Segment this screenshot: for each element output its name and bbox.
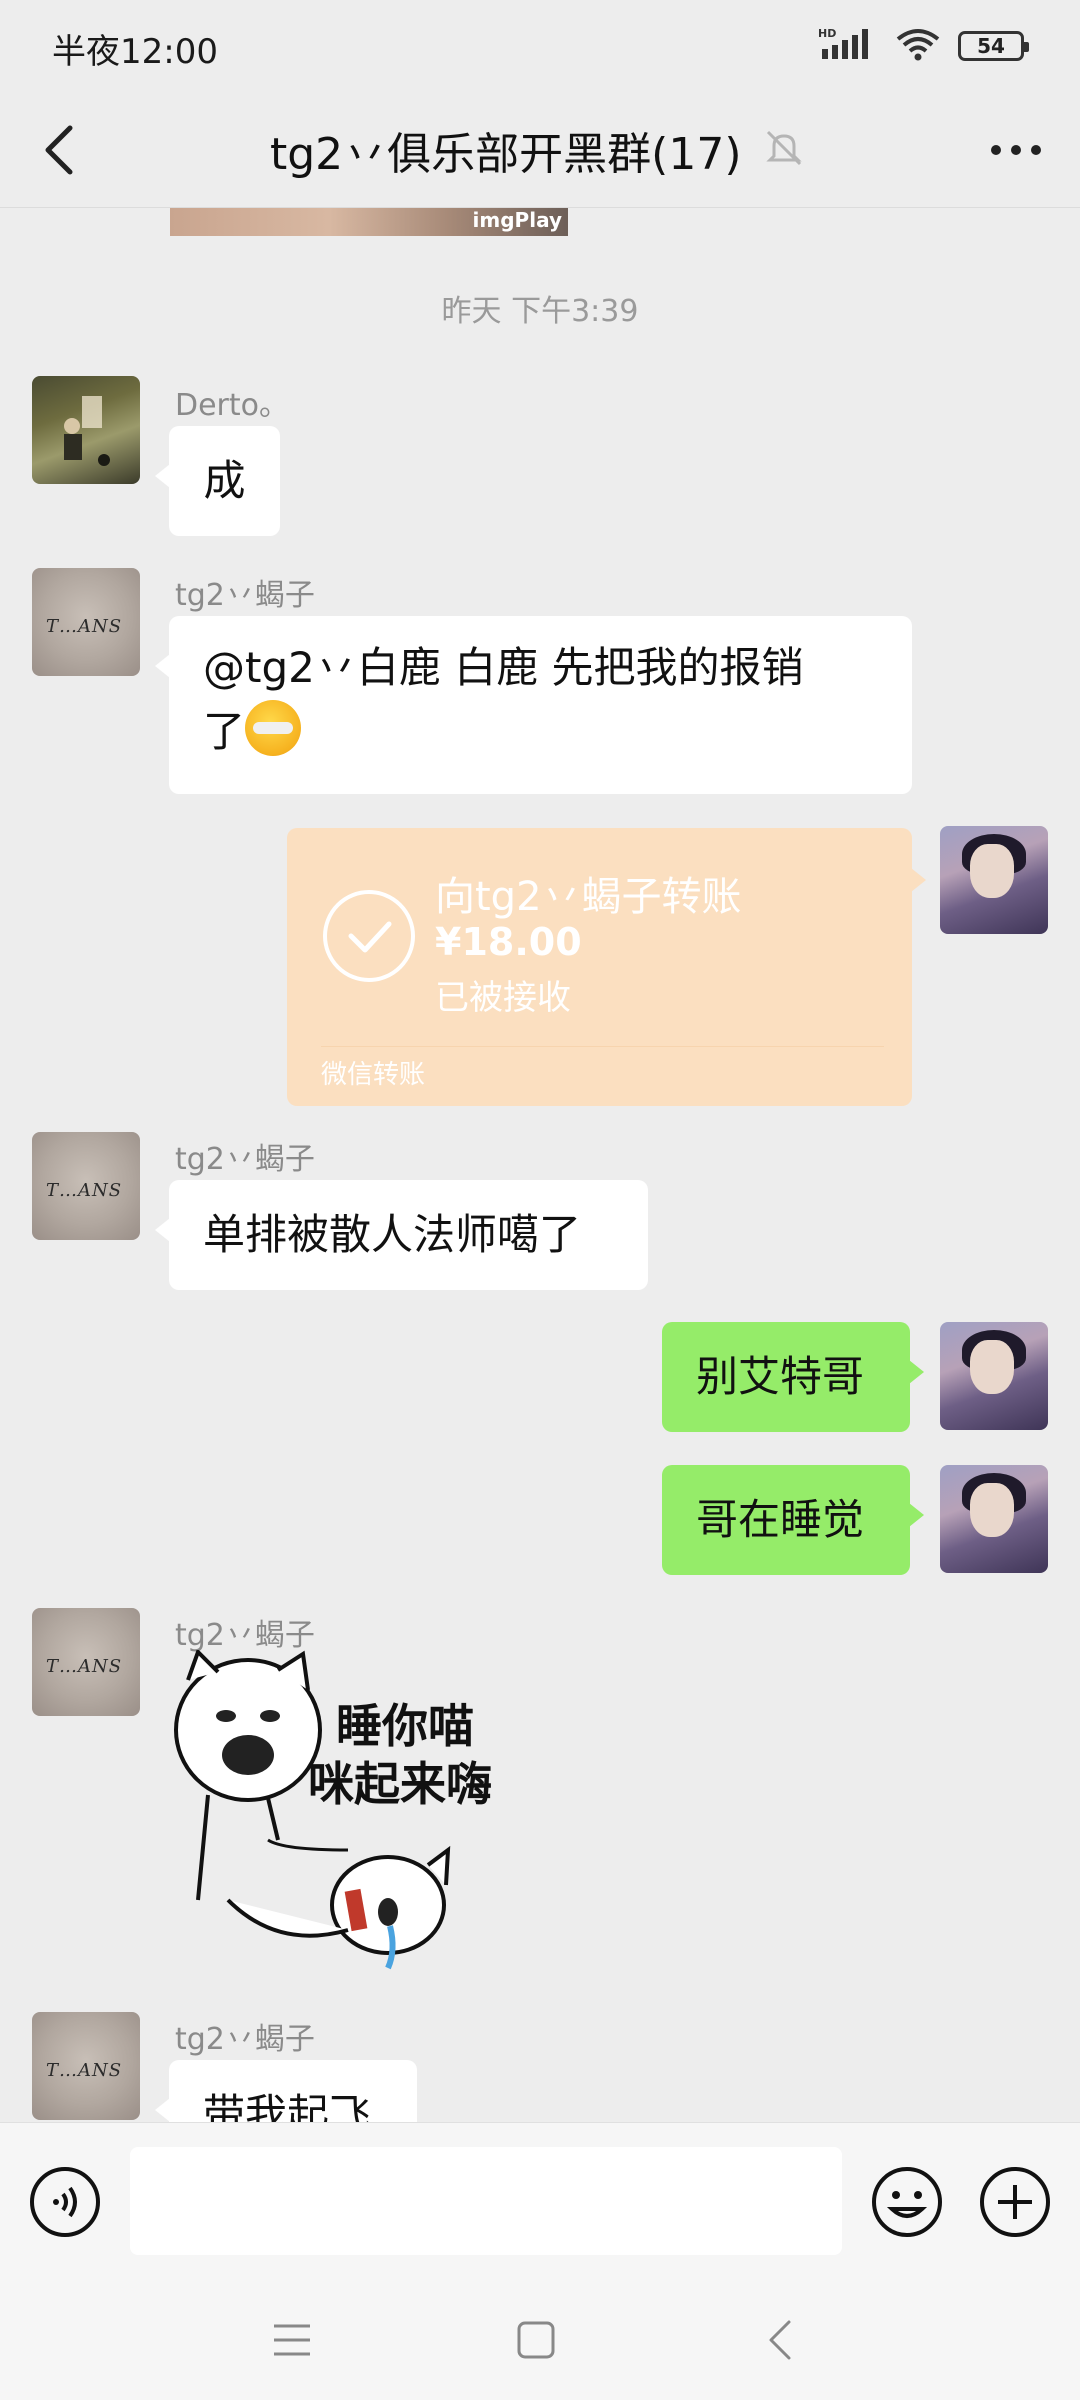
message-input[interactable] xyxy=(130,2147,842,2255)
network-label: HD xyxy=(818,27,836,40)
sender-name: tg2丷蝎子 xyxy=(175,2022,315,2057)
transfer-status: 已被接收 xyxy=(435,978,571,1018)
recent-apps-button[interactable] xyxy=(262,2310,322,2370)
menu-icon xyxy=(274,2324,310,2356)
avatar-signature: T…ANS xyxy=(46,1180,123,1201)
emoji-button[interactable] xyxy=(870,2165,944,2239)
transfer-title: 向tg2丷蝎子转账 xyxy=(435,874,742,920)
status-time: 半夜12:00 xyxy=(52,32,218,72)
voice-icon xyxy=(30,2167,100,2237)
sender-name: tg2丷蝎子 xyxy=(175,1618,315,1653)
chevron-left-icon xyxy=(45,125,73,175)
divider xyxy=(321,1046,884,1047)
input-bar xyxy=(0,2122,1080,2280)
message-bubble[interactable]: 单排被散人法师噶了 xyxy=(155,1180,648,1290)
avatar-xiezi[interactable]: T…ANS xyxy=(32,1132,140,1240)
more-button[interactable] xyxy=(978,2165,1052,2239)
plus-circle-icon xyxy=(980,2167,1050,2237)
sticker-text-line: 睡你喵 xyxy=(336,1699,474,1753)
transfer-amount: ¥18.00 xyxy=(435,920,582,964)
voice-button[interactable] xyxy=(28,2165,102,2239)
mute-bell-icon xyxy=(764,128,804,172)
transfer-card[interactable]: 向tg2丷蝎子转账 ¥18.00 已被接收 微信转账 xyxy=(287,828,926,1106)
chat-title: tg2丷俱乐部开黑群(17) xyxy=(270,129,742,180)
check-circle-icon xyxy=(323,890,415,982)
avatar-face xyxy=(970,1483,1014,1537)
avatar-face xyxy=(970,1340,1014,1394)
avatar-me[interactable] xyxy=(940,826,1048,934)
avatar-xiezi[interactable]: T…ANS xyxy=(32,568,140,676)
avatar-signature: T…ANS xyxy=(46,1656,123,1677)
more-options-button[interactable] xyxy=(982,116,1050,184)
triangle-back-icon xyxy=(769,2320,791,2360)
message-bubble-mine[interactable]: 哥在睡觉 xyxy=(662,1465,924,1575)
smiley-icon xyxy=(872,2167,942,2237)
status-bar: 半夜12:00 HD 54 xyxy=(0,0,1080,92)
more-dots-icon xyxy=(991,145,1041,155)
square-icon xyxy=(517,2321,555,2359)
avatar-me[interactable] xyxy=(940,1322,1048,1430)
avatar-derto[interactable] xyxy=(32,376,140,484)
sender-name: Derto。 xyxy=(175,388,290,423)
chat-title-group: tg2丷俱乐部开黑群(17) xyxy=(270,116,804,184)
system-back-button[interactable] xyxy=(750,2310,810,2370)
avatar-face xyxy=(970,844,1014,898)
timestamp: 昨天 下午3:39 xyxy=(441,294,639,329)
message-text-line: @tg2丷白鹿 白鹿 先把我的报销 xyxy=(203,643,804,692)
image-watermark: imgPlay xyxy=(472,208,562,232)
sticker-text-line: 咪起来嗨 xyxy=(308,1757,492,1811)
chat-messages[interactable]: imgPlay 昨天 下午3:39 Derto。 成 T…ANS tg2丷蝎子 … xyxy=(0,208,1080,2122)
avatar-xiezi[interactable]: T…ANS xyxy=(32,2012,140,2120)
message-bubble[interactable]: 成 xyxy=(155,426,280,536)
transfer-footer: 微信转账 xyxy=(321,1060,426,1090)
sender-name: tg2丷蝎子 xyxy=(175,578,315,613)
image-message-partial[interactable]: imgPlay xyxy=(170,208,568,236)
sender-name: tg2丷蝎子 xyxy=(175,1142,315,1177)
message-bubble[interactable]: 带我起飞 xyxy=(155,2060,417,2122)
wifi-icon xyxy=(896,27,940,65)
back-button[interactable] xyxy=(26,116,94,184)
message-bubble-mine[interactable]: 别艾特哥 xyxy=(662,1322,924,1432)
message-bubble[interactable]: @tg2丷白鹿 白鹿 先把我的报销 了 xyxy=(155,616,912,794)
signal-icon: HD xyxy=(818,27,878,65)
system-navigation-bar xyxy=(0,2280,1080,2400)
avatar-me[interactable] xyxy=(940,1465,1048,1573)
message-text-line: 了 xyxy=(203,700,878,764)
avatar-signature: T…ANS xyxy=(46,616,123,637)
avatar-signature: T…ANS xyxy=(46,2060,123,2081)
shy-emoji-icon xyxy=(245,700,302,756)
battery-level: 54 xyxy=(977,34,1005,58)
battery-indicator: 54 xyxy=(958,31,1029,61)
avatar-xiezi[interactable]: T…ANS xyxy=(32,1608,140,1716)
status-icons: HD 54 xyxy=(818,26,1029,66)
chat-header: tg2丷俱乐部开黑群(17) xyxy=(0,92,1080,208)
home-button[interactable] xyxy=(506,2310,566,2370)
sticker-message[interactable]: 睡你喵 咪起来嗨 xyxy=(168,1648,498,1980)
